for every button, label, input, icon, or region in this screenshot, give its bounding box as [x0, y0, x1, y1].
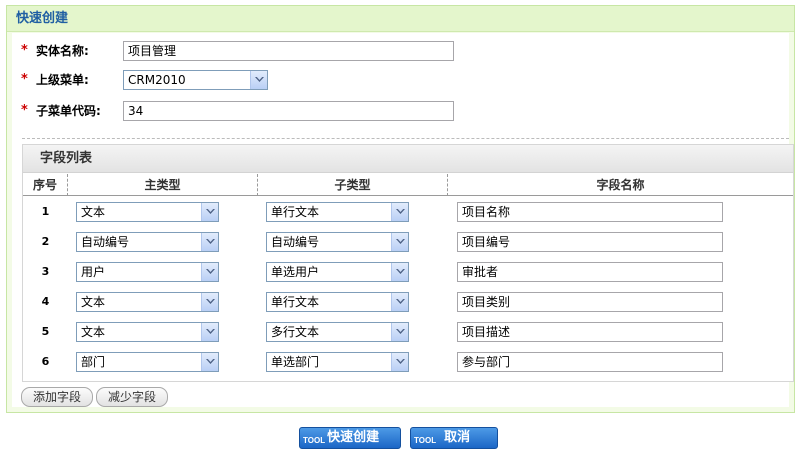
field-name-input[interactable]: 审批者 [457, 262, 723, 282]
sub-type-select[interactable]: 单行文本 [266, 292, 409, 312]
main-type-value: 文本 [81, 295, 106, 309]
panel-title: 快速创建 [7, 6, 794, 32]
field-name-input[interactable]: 项目编号 [457, 232, 723, 252]
sub-type-value: 单选用户 [271, 265, 320, 279]
quick-create-button[interactable]: TOOL 快速创建 [299, 427, 401, 449]
column-header-main-type: 主类型 [68, 174, 258, 196]
parent-menu-value: CRM2010 [128, 73, 186, 87]
field-name-input[interactable]: 参与部门 [457, 352, 723, 372]
chevron-down-icon[interactable] [201, 203, 218, 221]
column-header-sub-type: 子类型 [258, 174, 448, 196]
entity-name-input[interactable]: 项目管理 [123, 41, 454, 61]
chevron-down-icon[interactable] [391, 263, 408, 281]
sub-type-select[interactable]: 单选用户 [266, 262, 409, 282]
submenu-code-label: 子菜单代码: [36, 104, 101, 118]
sub-type-value: 自动编号 [271, 235, 320, 249]
main-type-value: 自动编号 [81, 235, 130, 249]
main-type-select[interactable]: 文本 [76, 292, 219, 312]
main-type-value: 文本 [81, 205, 106, 219]
sub-type-select[interactable]: 单选部门 [266, 352, 409, 372]
chevron-down-icon[interactable] [201, 263, 218, 281]
sub-type-value: 单行文本 [271, 205, 320, 219]
chevron-down-icon[interactable] [201, 323, 218, 341]
sub-type-select[interactable]: 自动编号 [266, 232, 409, 252]
table-row: 3 用户 单选用户 审批者 [23, 257, 793, 287]
row-index: 1 [41, 205, 50, 218]
chevron-down-icon[interactable] [250, 71, 267, 89]
chevron-down-icon[interactable] [391, 293, 408, 311]
chevron-down-icon[interactable] [201, 233, 218, 251]
chevron-down-icon[interactable] [391, 233, 408, 251]
chevron-down-icon[interactable] [201, 293, 218, 311]
main-type-select[interactable]: 文本 [76, 202, 219, 222]
required-icon: * [21, 72, 28, 87]
table-row: 1 文本 单行文本 项目名称 [23, 197, 793, 227]
chevron-down-icon[interactable] [391, 203, 408, 221]
cancel-button[interactable]: TOOL 取消 [410, 427, 498, 449]
tool-icon: TOOL [303, 436, 326, 445]
sub-type-select[interactable]: 单行文本 [266, 202, 409, 222]
table-row: 5 文本 多行文本 项目描述 [23, 317, 793, 347]
entity-name-label: 实体名称: [36, 44, 89, 58]
row-index: 4 [41, 295, 50, 308]
required-icon: * [21, 103, 28, 118]
field-name-input[interactable]: 项目描述 [457, 322, 723, 342]
sub-type-value: 单行文本 [271, 295, 320, 309]
main-type-select[interactable]: 自动编号 [76, 232, 219, 252]
main-type-select[interactable]: 文本 [76, 322, 219, 342]
sub-type-value: 多行文本 [271, 325, 320, 339]
required-icon: * [21, 43, 28, 58]
remove-field-button[interactable]: 减少字段 [96, 387, 168, 407]
column-header-index: 序号 [23, 174, 68, 196]
submenu-code-input[interactable]: 34 [123, 101, 454, 121]
quick-create-panel: 快速创建 * 实体名称: 项目管理 * 上级菜单: CRM2010 * 子菜单代… [6, 5, 795, 413]
chevron-down-icon[interactable] [391, 323, 408, 341]
table-row: 4 文本 单行文本 项目类别 [23, 287, 793, 317]
chevron-down-icon[interactable] [391, 353, 408, 371]
tool-icon: TOOL [414, 436, 437, 445]
main-type-value: 用户 [81, 265, 106, 279]
chevron-down-icon[interactable] [201, 353, 218, 371]
row-index: 5 [41, 325, 50, 338]
add-field-button[interactable]: 添加字段 [21, 387, 93, 407]
row-index: 2 [41, 235, 50, 248]
quick-create-label: 快速创建 [327, 430, 380, 445]
field-name-input[interactable]: 项目名称 [457, 202, 723, 222]
table-row: 6 部门 单选部门 参与部门 [23, 347, 793, 377]
parent-menu-label: 上级菜单: [36, 73, 89, 87]
sub-type-value: 单选部门 [271, 355, 320, 369]
cancel-label: 取消 [444, 430, 471, 445]
table-row: 2 自动编号 自动编号 项目编号 [23, 227, 793, 257]
row-index: 3 [41, 265, 50, 278]
sub-type-select[interactable]: 多行文本 [266, 322, 409, 342]
field-list-title: 字段列表 [23, 145, 793, 173]
main-type-select[interactable]: 用户 [76, 262, 219, 282]
field-list-grid: 字段列表 序号 主类型 子类型 字段名称 1 文本 单行文本 项目名称 2 自动… [22, 144, 794, 382]
row-index: 6 [41, 355, 50, 368]
main-type-value: 部门 [81, 355, 106, 369]
panel-body: * 实体名称: 项目管理 * 上级菜单: CRM2010 * 子菜单代码: 34… [12, 33, 794, 407]
column-header-field-name: 字段名称 [448, 174, 793, 196]
main-type-value: 文本 [81, 325, 106, 339]
field-name-input[interactable]: 项目类别 [457, 292, 723, 312]
section-divider [22, 138, 789, 139]
parent-menu-select[interactable]: CRM2010 [123, 70, 268, 90]
main-type-select[interactable]: 部门 [76, 352, 219, 372]
